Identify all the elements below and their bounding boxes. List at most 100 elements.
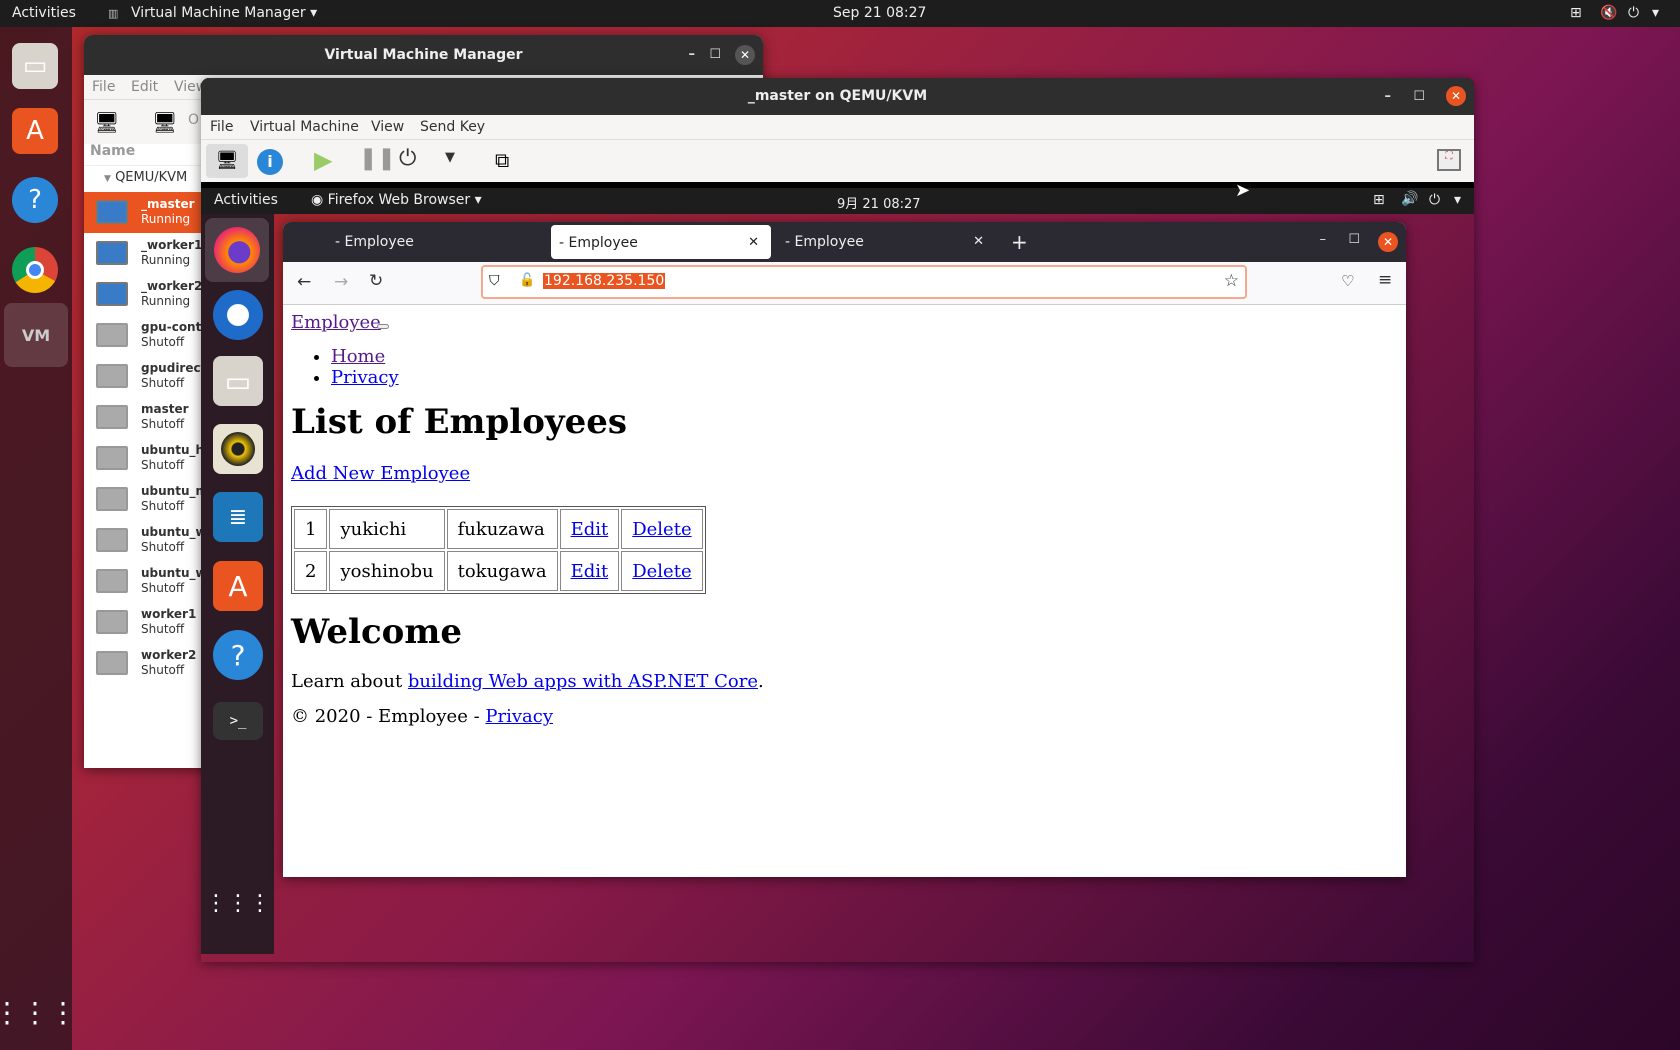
- minimize-button[interactable]: –: [689, 35, 696, 75]
- tracking-shield-icon[interactable]: ⛉: [489, 273, 500, 289]
- close-tab-icon[interactable]: ✕: [973, 234, 984, 249]
- maximize-button[interactable]: ☐: [1413, 78, 1425, 115]
- power-icon[interactable]: ⏻: [1429, 192, 1440, 208]
- connection-qemu-kvm[interactable]: ▼ QEMU/KVM: [104, 170, 187, 185]
- nav-privacy-link[interactable]: Privacy: [331, 367, 399, 388]
- guest-app-menu-label: Firefox Web Browser: [327, 192, 471, 208]
- libreoffice-writer-icon[interactable]: ≣: [213, 492, 263, 542]
- fullscreen-icon[interactable]: ⛶: [1437, 149, 1461, 171]
- navbar-toggler-button[interactable]: [377, 324, 389, 329]
- edit-link[interactable]: Edit: [571, 561, 609, 582]
- help-icon[interactable]: ?: [213, 630, 263, 680]
- vm-list-item[interactable]: ubuntu_wo Shutoff: [84, 520, 215, 561]
- close-button[interactable]: ✕: [1378, 232, 1398, 252]
- network-icon[interactable]: ⊞: [1373, 192, 1385, 208]
- vm-list-item[interactable]: gpu-contai Shutoff: [84, 315, 214, 356]
- app-grid-icon[interactable]: ⋮⋮⋮: [205, 878, 271, 928]
- tab-3[interactable]: - Employee ✕: [771, 224, 996, 260]
- volume-icon[interactable]: 🔊: [1401, 191, 1418, 207]
- brand-link[interactable]: Employee: [291, 312, 381, 333]
- menu-send-key[interactable]: Send Key: [420, 119, 485, 135]
- rhythmbox-icon[interactable]: [213, 424, 263, 474]
- guest-screen[interactable]: Activities ◉ Firefox Web Browser ▾ 9月 21…: [201, 180, 1474, 962]
- nav-home-link[interactable]: Home: [331, 346, 385, 367]
- pause-icon[interactable]: ❚❚: [359, 146, 396, 171]
- vm-list-item[interactable]: _worker2 Running: [84, 274, 202, 315]
- vm-status: Shutoff: [141, 376, 185, 390]
- chrome-icon[interactable]: [12, 247, 58, 293]
- guest-app-menu[interactable]: ◉ Firefox Web Browser ▾: [311, 192, 482, 208]
- delete-link[interactable]: Delete: [632, 561, 691, 582]
- app-grid-icon[interactable]: ⋮⋮⋮: [0, 989, 77, 1035]
- firefox-icon[interactable]: [205, 218, 269, 282]
- activities-button[interactable]: Activities: [12, 5, 76, 21]
- minimize-button[interactable]: –: [1385, 78, 1392, 115]
- add-employee-link[interactable]: Add New Employee: [291, 463, 470, 484]
- app-store-icon[interactable]: A: [213, 561, 263, 611]
- edit-link[interactable]: Edit: [571, 519, 609, 540]
- vm-status: Running: [141, 253, 191, 267]
- menu-file[interactable]: File: [92, 79, 115, 95]
- maximize-button[interactable]: ☐: [709, 35, 721, 75]
- show-console-button[interactable]: 🖥: [206, 144, 248, 178]
- app-store-icon[interactable]: A: [12, 108, 58, 154]
- back-button[interactable]: ←: [297, 272, 311, 292]
- run-icon[interactable]: ▶: [314, 146, 332, 174]
- column-name-header[interactable]: Name: [90, 143, 135, 159]
- system-menu-arrow-icon[interactable]: ▾: [1652, 5, 1659, 21]
- vm-list-item[interactable]: _master Running: [84, 192, 202, 233]
- pocket-icon[interactable]: ♡: [1341, 272, 1354, 290]
- url-bar[interactable]: ⛉ 🔓 192.168.235.150 ☆: [481, 265, 1247, 299]
- guest-activities[interactable]: Activities: [214, 192, 278, 208]
- menu-virtual-machine[interactable]: Virtual Machine: [250, 119, 359, 135]
- vm-shutoff-icon: [96, 610, 128, 634]
- vm-list-item[interactable]: master Shutoff: [84, 397, 202, 438]
- app-menu-icon[interactable]: ≡: [1378, 270, 1392, 290]
- vm-list-item[interactable]: _worker1 Running: [84, 233, 202, 274]
- details-info-icon[interactable]: i: [257, 149, 283, 175]
- virt-manager-icon[interactable]: VM: [4, 303, 68, 367]
- new-vm-icon[interactable]: 🖥: [94, 110, 119, 134]
- files-icon[interactable]: ▭: [12, 43, 58, 89]
- close-tab-icon[interactable]: ✕: [748, 235, 759, 250]
- files-icon[interactable]: ▭: [213, 356, 263, 406]
- reload-button[interactable]: ↻: [369, 271, 383, 291]
- power-icon[interactable]: ⏻: [1628, 5, 1639, 21]
- guest-clock[interactable]: 9月 21 08:27: [837, 193, 921, 212]
- close-button[interactable]: ✕: [1446, 86, 1466, 106]
- new-tab-button[interactable]: +: [1011, 230, 1028, 254]
- aspnet-docs-link[interactable]: building Web apps with ASP.NET Core: [408, 671, 758, 692]
- tab-2-active[interactable]: - Employee ✕: [551, 225, 771, 259]
- minimize-button[interactable]: –: [1320, 232, 1327, 247]
- forward-button[interactable]: →: [334, 272, 348, 292]
- menu-view[interactable]: View: [371, 119, 404, 135]
- url-text[interactable]: 192.168.235.150: [543, 273, 666, 289]
- vm-list-item[interactable]: gpudirect Shutoff: [84, 356, 206, 397]
- thunderbird-icon[interactable]: [213, 290, 263, 340]
- insecure-lock-icon[interactable]: 🔓: [519, 273, 535, 288]
- menu-edit[interactable]: Edit: [131, 79, 158, 95]
- vm-list-item[interactable]: worker1 Shutoff: [84, 602, 202, 643]
- app-menu[interactable]: Virtual Machine Manager ▾: [131, 5, 317, 21]
- power-icon[interactable]: ⏻: [399, 146, 416, 171]
- vm-list-item[interactable]: ubuntu_ha Shutoff: [84, 438, 212, 479]
- maximize-button[interactable]: ☐: [1348, 232, 1360, 247]
- vm-list-item[interactable]: worker2 Shutoff: [84, 643, 202, 684]
- delete-link[interactable]: Delete: [632, 519, 691, 540]
- vm-list-item[interactable]: ubuntu_ma Shutoff: [84, 479, 216, 520]
- vm-list-item[interactable]: ubuntu_wo Shutoff: [84, 561, 215, 602]
- network-icon[interactable]: ⊞: [1570, 5, 1582, 21]
- clock[interactable]: Sep 21 08:27: [833, 5, 926, 21]
- footer-privacy-link[interactable]: Privacy: [485, 706, 553, 727]
- close-button[interactable]: ✕: [735, 45, 755, 65]
- snapshots-icon[interactable]: ⧉: [495, 148, 509, 172]
- help-icon[interactable]: ?: [12, 177, 58, 223]
- open-button-label[interactable]: O: [188, 112, 199, 128]
- terminal-icon[interactable]: >_: [213, 702, 263, 740]
- menu-file[interactable]: File: [210, 119, 233, 135]
- system-menu-arrow-icon[interactable]: ▾: [1454, 192, 1461, 208]
- power-dropdown-icon[interactable]: ▼: [445, 150, 455, 165]
- volume-muted-icon[interactable]: 🔇: [1600, 5, 1617, 21]
- open-console-icon[interactable]: 🖥: [152, 110, 177, 134]
- bookmark-star-icon[interactable]: ☆: [1224, 271, 1239, 291]
